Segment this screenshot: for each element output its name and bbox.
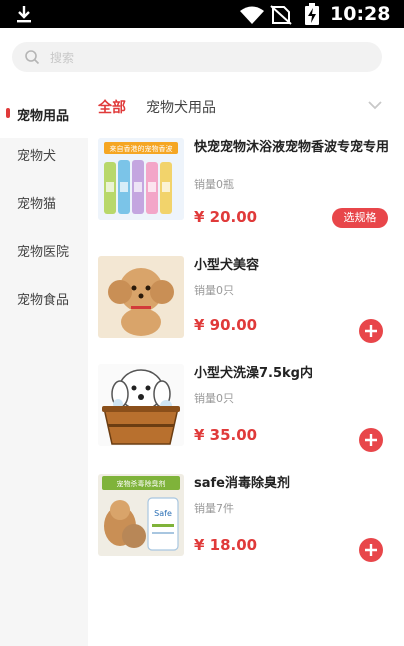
select-spec-button[interactable]: 选规格 (332, 208, 388, 228)
product-name: 小型犬洗澡7.5kg内 (194, 366, 313, 381)
subcategory-tabs: 全部 宠物犬用品 (88, 90, 404, 122)
sidebar-item-pet-food[interactable]: 宠物食品 (0, 274, 88, 322)
battery-charging-icon (305, 3, 319, 25)
product-name: 快宠宠物沐浴液宠物香波专宠专用 (194, 140, 390, 155)
chevron-down-icon[interactable] (368, 100, 382, 110)
status-bar: 10:28 (0, 0, 404, 28)
thumb-banner-text: 宠物杀毒除臭剂 (117, 479, 166, 488)
download-icon (17, 6, 31, 23)
add-icon[interactable] (358, 427, 384, 453)
thumb-brand-text: Safe (154, 509, 172, 518)
product-price: ¥ 35.00 (194, 426, 258, 444)
sidebar-item-label: 宠物猫 (17, 197, 57, 212)
product-sales: 销量0只 (194, 284, 234, 297)
product-item[interactable]: 小型犬美容 销量0只 ¥ 90.00 (96, 256, 396, 356)
product-sales: 销量0瓶 (194, 178, 234, 191)
product-name: safe消毒除臭剂 (194, 476, 290, 491)
add-icon[interactable] (358, 537, 384, 563)
wifi-icon (240, 6, 264, 24)
sidebar-item-label: 宠物食品 (17, 293, 70, 308)
product-image (98, 364, 184, 446)
search-icon (25, 50, 40, 65)
product-item[interactable]: 来自香港的宠物香波 快宠宠物沐浴液宠物香波专宠专用 销量0瓶 ¥ 20.00 选… (96, 138, 396, 238)
status-time: 10:28 (330, 3, 391, 25)
sidebar-item-pet-hospital[interactable]: 宠物医院 (0, 226, 88, 274)
product-item[interactable]: 宠物杀毒除臭剂 Safe safe消毒除臭剂 销量7件 ¥ 18.00 (96, 474, 396, 574)
sidebar-item-label: 宠物犬 (17, 149, 57, 164)
sidebar-item-pet-dogs[interactable]: 宠物犬 (0, 130, 88, 178)
product-price: ¥ 18.00 (194, 536, 258, 554)
tab-all[interactable]: 全部 (98, 97, 126, 117)
product-sales: 销量0只 (194, 392, 234, 405)
tab-dog-supplies[interactable]: 宠物犬用品 (146, 97, 216, 117)
product-name: 小型犬美容 (194, 258, 260, 273)
no-sim-icon (270, 5, 292, 25)
search-input[interactable]: 搜索 (12, 42, 382, 72)
product-image (98, 256, 184, 338)
search-placeholder: 搜索 (50, 51, 75, 65)
thumb-banner-text: 来自香港的宠物香波 (110, 144, 173, 153)
product-image: 来自香港的宠物香波 (98, 138, 184, 220)
sidebar-item-pet-cats[interactable]: 宠物猫 (0, 178, 88, 226)
category-sidebar: 宠物用品 宠物犬 宠物猫 宠物医院 宠物食品 (0, 90, 88, 646)
product-image: 宠物杀毒除臭剂 Safe (98, 474, 184, 556)
search-bar-container: 搜索 (0, 28, 404, 90)
sidebar-item-label: 宠物用品 (17, 109, 70, 124)
add-icon[interactable] (358, 318, 384, 344)
active-indicator (6, 108, 10, 118)
product-sales: 销量7件 (194, 502, 234, 515)
product-price: ¥ 20.00 (194, 208, 258, 226)
sidebar-item-label: 宠物医院 (17, 245, 70, 260)
product-item[interactable]: 小型犬洗澡7.5kg内 销量0只 ¥ 35.00 (96, 364, 396, 464)
product-price: ¥ 90.00 (194, 316, 258, 334)
